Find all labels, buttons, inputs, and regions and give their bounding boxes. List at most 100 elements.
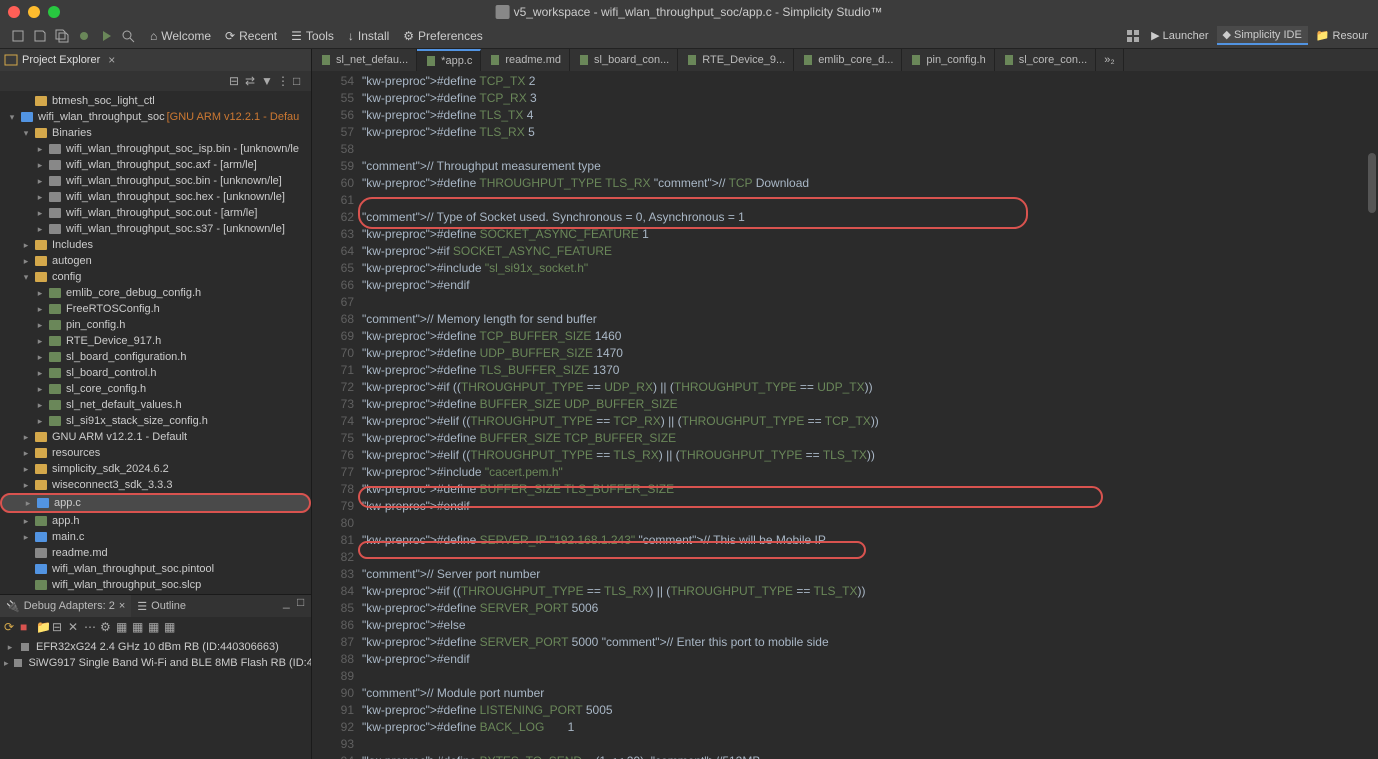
editor-tab-sl-core-con---[interactable]: sl_core_con... xyxy=(995,49,1096,71)
editor-tab-pin-config-h[interactable]: pin_config.h xyxy=(902,49,994,71)
welcome-button[interactable]: ⌂Welcome xyxy=(144,26,217,46)
tree-arrow-icon[interactable]: ▸ xyxy=(34,191,46,203)
tree-arrow-icon[interactable]: ▸ xyxy=(34,175,46,187)
window-minimize-button[interactable] xyxy=(28,6,40,18)
project-explorer-tab[interactable]: Project Explorer × xyxy=(0,49,311,71)
debug-icon[interactable] xyxy=(74,26,94,46)
run-icon[interactable] xyxy=(96,26,116,46)
tree-arrow-icon[interactable] xyxy=(20,563,32,575)
editor-tab-sl-board-con---[interactable]: sl_board_con... xyxy=(570,49,678,71)
tree-item-wifi-wlan-throughput-soc-slcp[interactable]: wifi_wlan_throughput_soc.slcp xyxy=(0,577,311,593)
tree-item-wifi-wlan-throughput-soc-s37----unknown-le-[interactable]: ▸wifi_wlan_throughput_soc.s37 - [unknown… xyxy=(0,221,311,237)
collapse-icon[interactable]: ⊟ xyxy=(52,620,66,634)
tree-item-sl-core-config-h[interactable]: ▸sl_core_config.h xyxy=(0,381,311,397)
window-close-button[interactable] xyxy=(8,6,20,18)
maximize-icon[interactable]: □ xyxy=(293,74,307,88)
tree-arrow-icon[interactable]: ▸ xyxy=(34,383,46,395)
minimize-icon[interactable]: _ xyxy=(283,595,297,609)
tree-item-sl-board-configuration-h[interactable]: ▸sl_board_configuration.h xyxy=(0,349,311,365)
tree-item-gnu-arm-v12-2-1---default[interactable]: ▸GNU ARM v12.2.1 - Default xyxy=(0,429,311,445)
m4-icon[interactable]: ▦ xyxy=(164,620,178,634)
code-area[interactable]: "kw-preproc">#define TCP_TX 2"kw-preproc… xyxy=(362,71,1378,759)
tree-item-main-c[interactable]: ▸main.c xyxy=(0,529,311,545)
tree-arrow-icon[interactable]: ▸ xyxy=(20,479,32,491)
tree-item-wifi-wlan-throughput-soc-bin----unknown-le-[interactable]: ▸wifi_wlan_throughput_soc.bin - [unknown… xyxy=(0,173,311,189)
delete-icon[interactable]: ✕ xyxy=(68,620,82,634)
tree-item-wifi-wlan-throughput-soc-out----arm-le-[interactable]: ▸wifi_wlan_throughput_soc.out - [arm/le] xyxy=(0,205,311,221)
tree-arrow-icon[interactable]: ▾ xyxy=(20,271,32,283)
tree-item-app-h[interactable]: ▸app.h xyxy=(0,513,311,529)
tree-item-sl-si91x-stack-size-config-h[interactable]: ▸sl_si91x_stack_size_config.h xyxy=(0,413,311,429)
tree-item-app-c[interactable]: ▸app.c xyxy=(0,493,311,513)
folder-icon[interactable]: 📁 xyxy=(36,620,50,634)
tree-arrow-icon[interactable]: ▸ xyxy=(34,287,46,299)
stop-icon[interactable]: ■ xyxy=(20,620,34,634)
tree-item-simplicity-sdk-2024-6-2[interactable]: ▸simplicity_sdk_2024.6.2 xyxy=(0,461,311,477)
tree-arrow-icon[interactable]: ▸ xyxy=(20,431,32,443)
tabs-overflow[interactable]: »₂ xyxy=(1096,49,1123,71)
search-icon[interactable] xyxy=(118,26,138,46)
simplicity-ide-perspective[interactable]: ◆Simplicity IDE xyxy=(1217,26,1308,45)
editor-content[interactable]: 5455565758596061626364656667686970717273… xyxy=(312,71,1378,759)
tree-arrow-icon[interactable]: ▸ xyxy=(20,463,32,475)
tree-item-binaries[interactable]: ▾Binaries xyxy=(0,125,311,141)
tree-arrow-icon[interactable]: ▸ xyxy=(4,657,9,669)
tree-arrow-icon[interactable]: ▸ xyxy=(34,351,46,363)
tree-arrow-icon[interactable]: ▸ xyxy=(34,303,46,315)
scroll-thumb[interactable] xyxy=(1368,153,1376,213)
tree-arrow-icon[interactable] xyxy=(20,547,32,559)
tree-arrow-icon[interactable]: ▸ xyxy=(34,143,46,155)
tree-arrow-icon[interactable]: ▸ xyxy=(20,239,32,251)
preferences-button[interactable]: ⚙Preferences xyxy=(397,26,488,46)
tree-arrow-icon[interactable]: ▸ xyxy=(4,641,16,653)
close-icon[interactable]: × xyxy=(108,53,115,67)
tree-arrow-icon[interactable]: ▸ xyxy=(20,255,32,267)
tree-arrow-icon[interactable]: ▸ xyxy=(34,367,46,379)
new-icon[interactable] xyxy=(8,26,28,46)
tree-item-btmesh-soc-light-ctl[interactable]: btmesh_soc_light_ctl xyxy=(0,93,311,109)
debug-adapter-item[interactable]: ▸SiWG917 Single Band Wi-Fi and BLE 8MB F… xyxy=(0,655,311,671)
m3-icon[interactable]: ▦ xyxy=(148,620,162,634)
tree-arrow-icon[interactable]: ▸ xyxy=(22,497,34,509)
tree-item-includes[interactable]: ▸Includes xyxy=(0,237,311,253)
tree-arrow-icon[interactable]: ▸ xyxy=(20,531,32,543)
tree-arrow-icon[interactable]: ▾ xyxy=(6,111,18,123)
install-button[interactable]: ↓Install xyxy=(342,26,395,46)
more-icon[interactable]: ⋯ xyxy=(84,620,98,634)
tree-item-config[interactable]: ▾config xyxy=(0,269,311,285)
debug-adapters-tab[interactable]: 🔌 Debug Adapters: 2 × xyxy=(0,595,131,617)
tree-item-resources[interactable]: ▸resources xyxy=(0,445,311,461)
view-menu-icon[interactable]: ⋮ xyxy=(277,74,291,88)
launcher-perspective[interactable]: ▶Launcher xyxy=(1145,27,1214,44)
window-maximize-button[interactable] xyxy=(48,6,60,18)
tree-item-sl-net-default-values-h[interactable]: ▸sl_net_default_values.h xyxy=(0,397,311,413)
tools-button[interactable]: ☰Tools xyxy=(285,26,340,46)
tree-arrow-icon[interactable] xyxy=(20,579,32,591)
tree-arrow-icon[interactable]: ▸ xyxy=(34,399,46,411)
editor-tab-readme-md[interactable]: readme.md xyxy=(481,49,570,71)
tree-arrow-icon[interactable]: ▾ xyxy=(20,127,32,139)
debug-adapter-item[interactable]: ▸EFR32xG24 2.4 GHz 10 dBm RB (ID:4403066… xyxy=(0,639,311,655)
tree-item-wifi-wlan-throughput-soc-isp-bin----unknown-le[interactable]: ▸wifi_wlan_throughput_soc_isp.bin - [unk… xyxy=(0,141,311,157)
m2-icon[interactable]: ▦ xyxy=(132,620,146,634)
tree-item-wiseconnect3-sdk-3-3-3[interactable]: ▸wiseconnect3_sdk_3.3.3 xyxy=(0,477,311,493)
tree-arrow-icon[interactable]: ▸ xyxy=(34,335,46,347)
tree-item-autogen[interactable]: ▸autogen xyxy=(0,253,311,269)
tree-arrow-icon[interactable]: ▸ xyxy=(34,415,46,427)
outline-tab[interactable]: ☰ Outline xyxy=(131,595,192,617)
editor-tab-sl-net-defau---[interactable]: sl_net_defau... xyxy=(312,49,417,71)
maximize-icon[interactable]: □ xyxy=(297,595,311,609)
save-all-icon[interactable] xyxy=(52,26,72,46)
tree-arrow-icon[interactable]: ▸ xyxy=(34,207,46,219)
gear-icon[interactable]: ⚙ xyxy=(100,620,114,634)
collapse-all-icon[interactable]: ⊟ xyxy=(229,74,243,88)
resource-perspective[interactable]: 📁Resour xyxy=(1310,27,1374,44)
editor-tab--app-c[interactable]: *app.c xyxy=(417,49,481,71)
filter-icon[interactable]: ▼ xyxy=(261,74,275,88)
m1-icon[interactable]: ▦ xyxy=(116,620,130,634)
tree-item-wifi-wlan-throughput-soc-hex----unknown-le-[interactable]: ▸wifi_wlan_throughput_soc.hex - [unknown… xyxy=(0,189,311,205)
tree-arrow-icon[interactable]: ▸ xyxy=(20,447,32,459)
tree-arrow-icon[interactable] xyxy=(20,95,32,107)
tree-item-wifi-wlan-throughput-soc[interactable]: ▾wifi_wlan_throughput_soc [GNU ARM v12.2… xyxy=(0,109,311,125)
tree-item-wifi-wlan-throughput-soc-pintool[interactable]: wifi_wlan_throughput_soc.pintool xyxy=(0,561,311,577)
